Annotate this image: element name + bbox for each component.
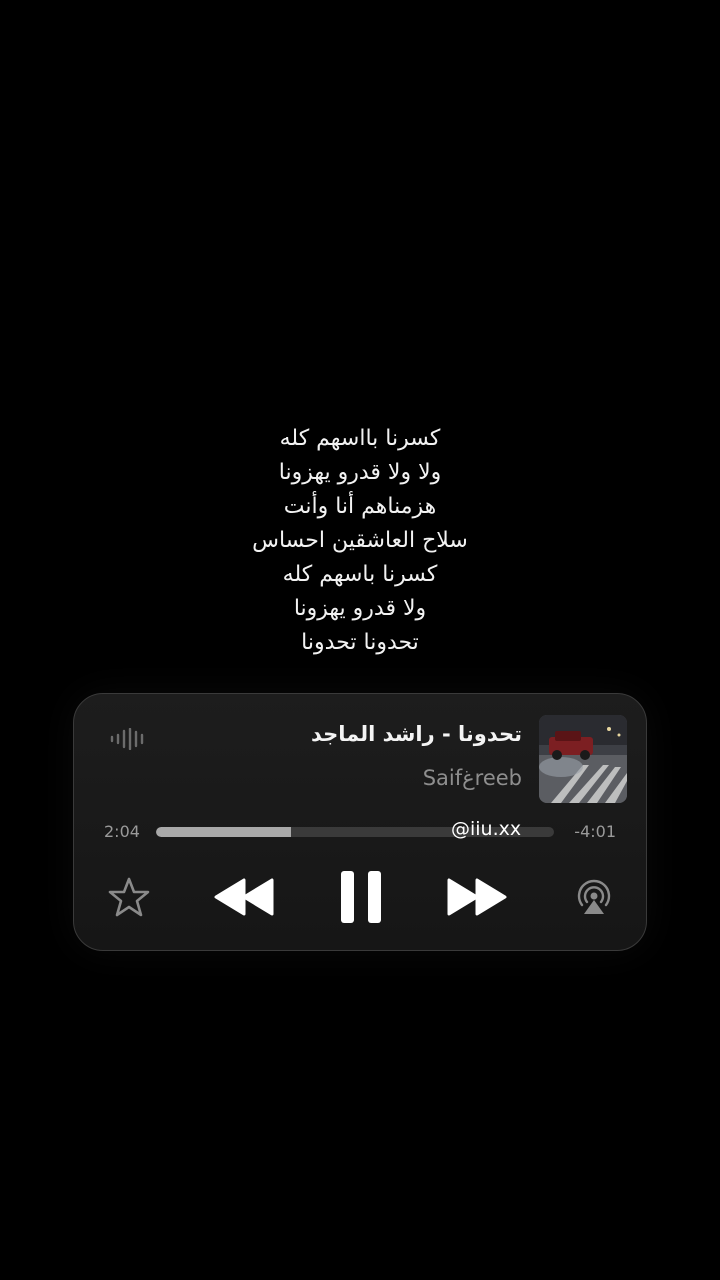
lyric-line: كسرنا بااسهم كله bbox=[279, 426, 441, 451]
lyric-line: سلاح العاشقين احساس bbox=[252, 528, 468, 553]
lyric-line: تحدونا تحدونا bbox=[301, 630, 419, 655]
now-playing-card: تحدونا - راشد الماجد Saifغreeb 2:04 -4:0… bbox=[73, 693, 647, 951]
lyrics-block: كسرنا بااسهم كله ولا ولا قدرو يهزونا هزم… bbox=[0, 422, 720, 660]
star-icon[interactable] bbox=[108, 876, 150, 918]
airplay-icon[interactable] bbox=[574, 877, 614, 917]
progress-fill bbox=[156, 827, 292, 837]
song-title: تحدونا - راشد الماجد bbox=[310, 722, 522, 746]
watermark-handle: @iiu.xx bbox=[451, 818, 522, 840]
lyric-line: كسرنا باسهم كله bbox=[282, 562, 438, 587]
remaining-time: -4:01 bbox=[574, 822, 616, 841]
waveform-icon bbox=[110, 728, 144, 750]
fast-forward-icon[interactable] bbox=[447, 878, 507, 916]
artist-name: Saifغreeb bbox=[422, 766, 522, 790]
rewind-icon[interactable] bbox=[214, 878, 274, 916]
lyric-line: ولا ولا قدرو يهزونا bbox=[278, 460, 442, 485]
elapsed-time: 2:04 bbox=[104, 822, 140, 841]
lyric-line: ولا قدرو يهزونا bbox=[293, 596, 427, 621]
album-artwork[interactable] bbox=[539, 715, 627, 803]
lyric-line: هزمناهم أنا وأنت bbox=[283, 494, 437, 519]
pause-icon[interactable] bbox=[338, 869, 384, 925]
